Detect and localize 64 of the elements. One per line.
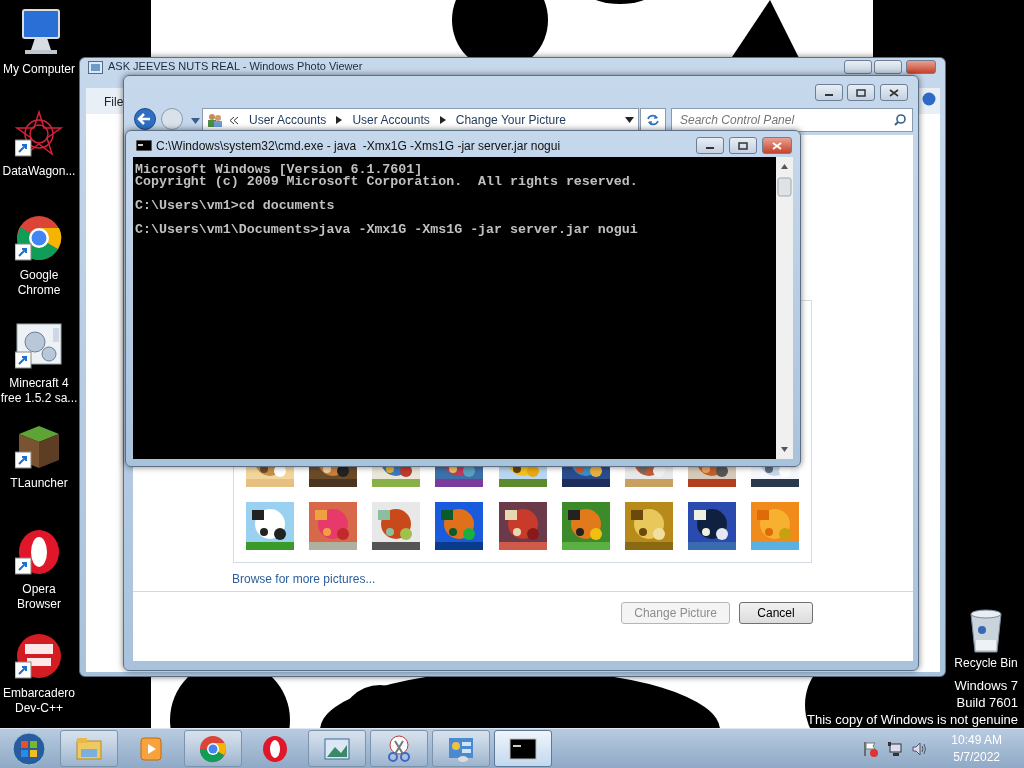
desktop-icon[interactable] [15,110,63,158]
maximize-button[interactable] [729,137,757,154]
desktop-icon-label[interactable]: Embarcadero Dev-C++ [0,686,78,716]
close-icon [772,141,782,150]
desktop-icon-label[interactable]: Opera Browser [0,582,78,612]
console-icon [136,140,152,151]
arrow-icon[interactable] [336,116,343,124]
start-button[interactable] [12,731,46,766]
help-icon[interactable] [922,92,936,106]
address-bar[interactable]: User Accounts User Accounts Change Your Picture [202,108,639,132]
play-icon [137,734,165,763]
desktop-icon-label[interactable]: My Computer [3,62,75,77]
close-button[interactable] [880,84,908,101]
desktop-icon[interactable] [15,214,63,262]
console-line: C:\Users\vm1\Documents>java -Xmx1G -Xms1G -jar server.jar nogui [135,224,639,236]
network-icon[interactable] [887,740,904,757]
breadcrumb-item[interactable]: User Accounts [247,111,329,129]
scissors-icon [385,734,413,763]
notice-text: This copy of Windows is not genuine [807,711,1018,728]
speaker-icon[interactable] [911,740,928,757]
back-button[interactable] [134,108,156,130]
browser-icon [199,734,227,763]
scrollbar[interactable] [776,157,793,459]
taskbar-button[interactable] [494,730,552,767]
maximize-button[interactable] [847,84,875,101]
desktop-icon-label[interactable]: DataWagon... [2,164,76,179]
minimize-button[interactable] [844,60,872,74]
photo-icon [88,61,103,74]
maximize-button[interactable] [874,60,902,74]
dropdown-icon[interactable] [625,117,634,123]
console-line: Microsoft Windows [Version 6.1.7601] [135,164,423,176]
maximize-icon [738,141,748,150]
refresh-button[interactable] [640,108,666,132]
search-icon[interactable] [894,114,906,126]
minimize-button[interactable] [696,137,724,154]
close-icon [889,88,899,97]
desktop-icon[interactable] [15,322,63,370]
flag-icon[interactable] [863,740,880,757]
menu-item[interactable]: File [104,93,124,111]
search-box[interactable]: Search Control Panel [671,108,913,132]
console-line: Copyright (c) 2009 Microsoft Corporation. All rights reserved. [135,176,639,188]
desktop-icon-label[interactable]: TLauncher [10,476,68,491]
notice-text: Windows 7 [954,677,1018,694]
chevron-icon[interactable] [229,115,239,125]
notice-text: Build 7601 [956,694,1018,711]
browse-link[interactable]: Browse for more pictures... [232,570,376,588]
window-title: C:\Windows\system32\cmd.exe - java -Xmx1G -Xms1G -jar server.jar nogui [156,138,561,155]
close-button[interactable] [762,137,792,154]
minimize-button[interactable] [815,84,843,101]
desktop-icon-label[interactable]: Minecraft 4 free 1.5.2 sa... [0,376,78,406]
window-title: ASK JEEVES NUTS REAL - Windows Photo Viewer [108,60,363,73]
desktop-icon[interactable] [15,632,63,680]
browser-icon [261,734,289,763]
desktop-icon-label[interactable]: Google Chrome [0,268,78,298]
console-line: C:\Users\vm1>cd documents [135,200,336,212]
breadcrumb-item[interactable]: Change Your Picture [453,111,568,129]
refresh-icon [646,114,660,126]
users-icon [207,112,223,128]
desktop-icon-label[interactable]: Recycle Bin [954,656,1018,671]
recycle-bin-icon[interactable] [968,608,1004,654]
arrow-icon[interactable] [439,116,446,124]
cancel-button[interactable]: Cancel [739,602,813,624]
maximize-icon [856,88,866,97]
breadcrumb-item[interactable]: User Accounts [350,111,432,129]
